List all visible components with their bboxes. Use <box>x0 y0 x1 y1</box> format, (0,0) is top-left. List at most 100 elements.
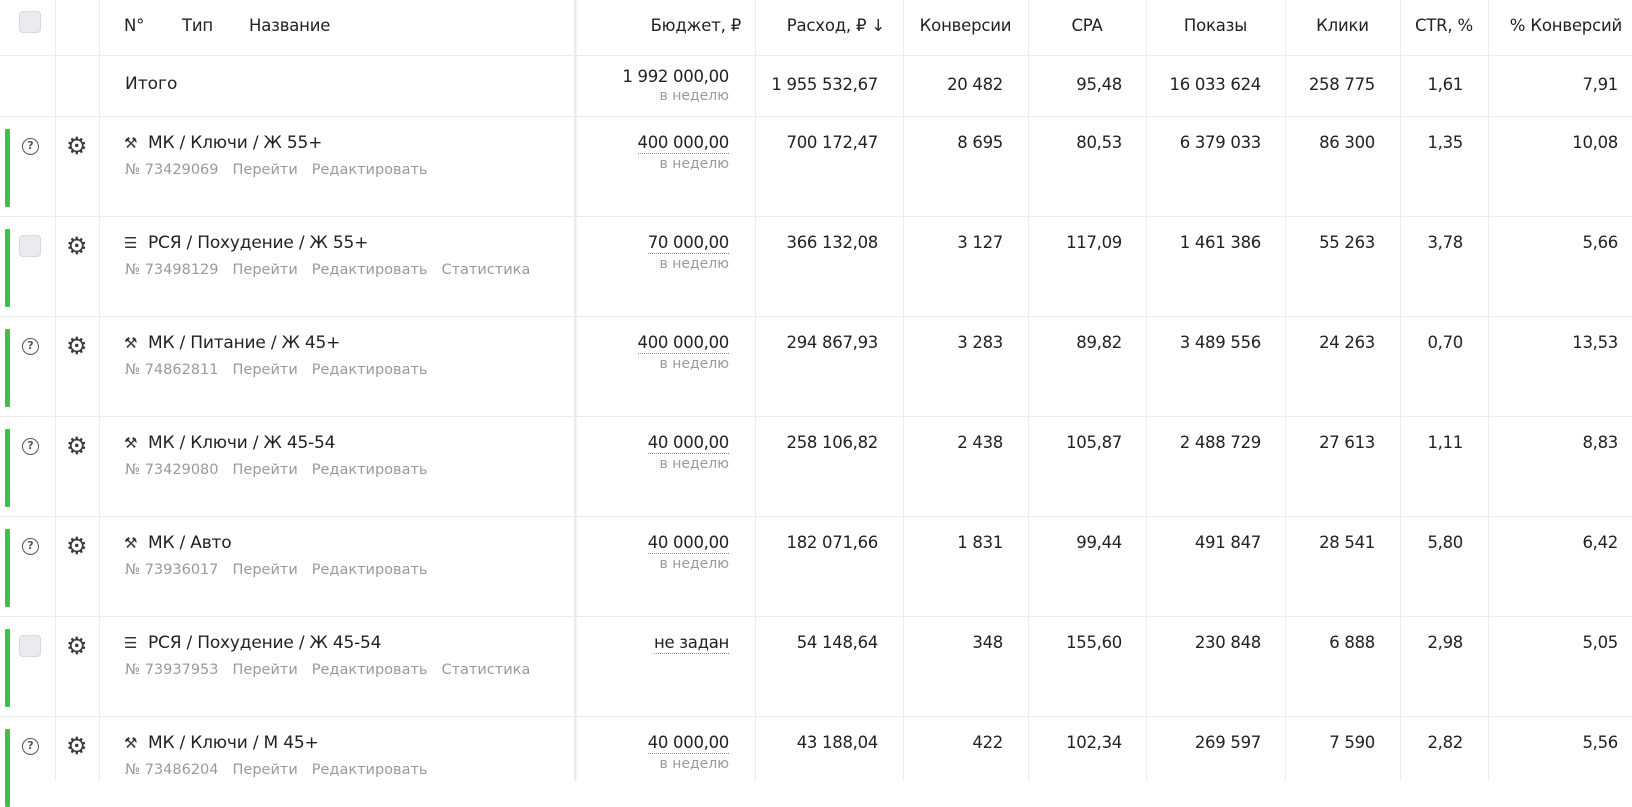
spend-cell: 366 132,08 <box>786 233 879 252</box>
campaign-name-text[interactable]: МК / Авто <box>148 533 232 553</box>
conversion-rate-cell: 5,56 <box>1582 733 1618 752</box>
budget-value[interactable]: 70 000,00 <box>647 233 729 254</box>
campaign-id: № 73936017 <box>125 562 219 578</box>
header-conversion-rate[interactable]: % Конверсий <box>1510 16 1622 35</box>
campaign-name-text[interactable]: МК / Ключи / Ж 45-54 <box>148 433 335 453</box>
campaign-name[interactable]: ☰ РСЯ / Похудение / Ж 45-54 <box>124 633 381 653</box>
gear-icon[interactable]: ⚙ <box>66 734 88 758</box>
edit-link[interactable]: Редактировать <box>312 262 428 278</box>
column-divider <box>1028 0 1029 781</box>
wand-icon: ⚒ <box>124 134 138 152</box>
edit-link[interactable]: Редактировать <box>312 362 428 378</box>
gear-icon[interactable]: ⚙ <box>66 234 88 258</box>
go-link[interactable]: Перейти <box>233 362 298 378</box>
campaign-name-text[interactable]: РСЯ / Похудение / Ж 55+ <box>148 233 368 253</box>
campaign-name-text[interactable]: МК / Питание / Ж 45+ <box>148 333 340 353</box>
conversions-cell: 8 695 <box>957 133 1003 152</box>
campaign-name[interactable]: ⚒ МК / Ключи / Ж 55+ <box>124 133 322 153</box>
budget-value[interactable]: 40 000,00 <box>647 533 729 554</box>
clicks-cell: 27 613 <box>1319 433 1375 452</box>
gear-icon[interactable]: ⚙ <box>66 534 88 558</box>
ctr-cell: 0,70 <box>1427 333 1463 352</box>
campaign-name[interactable]: ⚒ МК / Ключи / Ж 45-54 <box>124 433 335 453</box>
campaign-name[interactable]: ☰ РСЯ / Похудение / Ж 55+ <box>124 233 368 253</box>
impressions-cell: 3 489 556 <box>1179 333 1262 352</box>
spend-cell: 294 867,93 <box>786 333 879 352</box>
go-link[interactable]: Перейти <box>233 162 298 178</box>
campaign-name[interactable]: ⚒ МК / Авто <box>124 533 232 553</box>
conversion-rate-cell: 10,08 <box>1572 133 1618 152</box>
header-cpa[interactable]: CPA <box>1028 16 1146 35</box>
column-divider <box>903 0 904 781</box>
header-conversions[interactable]: Конверсии <box>903 16 1028 35</box>
budget-value[interactable]: не задан <box>654 633 729 654</box>
conversion-rate-cell: 8,83 <box>1582 433 1618 452</box>
active-status-bar <box>5 429 10 507</box>
help-icon[interactable]: ? <box>22 538 39 555</box>
campaign-meta: № 73429069 Перейти Редактировать <box>125 162 441 178</box>
row-divider <box>0 516 1632 517</box>
column-divider <box>55 0 56 781</box>
gear-icon[interactable]: ⚙ <box>66 334 88 358</box>
edit-link[interactable]: Редактировать <box>312 762 428 778</box>
budget-value-text[interactable]: не задан <box>654 633 729 654</box>
campaign-name[interactable]: ⚒ МК / Питание / Ж 45+ <box>124 333 340 353</box>
header-name[interactable]: Название <box>249 16 330 35</box>
budget-value-text[interactable]: 40 000,00 <box>647 433 729 454</box>
header-type[interactable]: Тип <box>182 16 213 35</box>
header-budget[interactable]: Бюджет, ₽ <box>651 16 742 35</box>
stats-link[interactable]: Статистика <box>441 262 530 278</box>
row-checkbox[interactable] <box>19 235 41 257</box>
campaign-id: № 73498129 <box>125 262 219 278</box>
budget-value[interactable]: 400 000,00 <box>637 333 729 354</box>
go-link[interactable]: Перейти <box>233 262 298 278</box>
edit-link[interactable]: Редактировать <box>312 562 428 578</box>
row-divider <box>0 216 1632 217</box>
go-link[interactable]: Перейти <box>233 462 298 478</box>
active-status-bar <box>5 229 10 307</box>
cpa-cell: 89,82 <box>1076 333 1122 352</box>
go-link[interactable]: Перейти <box>233 562 298 578</box>
row-checkbox[interactable] <box>19 635 41 657</box>
active-status-bar <box>5 129 10 207</box>
campaign-name-text[interactable]: МК / Ключи / Ж 55+ <box>148 133 322 153</box>
conversions-cell: 3 127 <box>957 233 1003 252</box>
budget-value-text[interactable]: 400 000,00 <box>637 333 729 354</box>
campaign-name-text[interactable]: РСЯ / Похудение / Ж 45-54 <box>148 633 381 653</box>
help-icon[interactable]: ? <box>22 438 39 455</box>
totals-budget-period: в неделю <box>659 88 730 104</box>
campaign-name[interactable]: ⚒ МК / Ключи / М 45+ <box>124 733 319 753</box>
gear-icon[interactable]: ⚙ <box>66 634 88 658</box>
header-number[interactable]: N° <box>124 16 144 35</box>
edit-link[interactable]: Редактировать <box>312 662 428 678</box>
select-all-checkbox[interactable] <box>19 11 41 33</box>
budget-value-text[interactable]: 40 000,00 <box>647 733 729 754</box>
gear-icon[interactable]: ⚙ <box>66 434 88 458</box>
campaign-name-text[interactable]: МК / Ключи / М 45+ <box>148 733 319 753</box>
header-impressions[interactable]: Показы <box>1146 16 1285 35</box>
budget-value-text[interactable]: 70 000,00 <box>647 233 729 254</box>
edit-link[interactable]: Редактировать <box>312 162 428 178</box>
campaign-meta: № 73498129 Перейти Редактировать Статистика <box>125 262 544 278</box>
budget-value[interactable]: 400 000,00 <box>637 133 729 154</box>
header-spend-sorted[interactable]: Расход, ₽ ↓ <box>787 16 885 35</box>
help-icon[interactable]: ? <box>22 138 39 155</box>
row-divider <box>0 116 1632 117</box>
budget-value[interactable]: 40 000,00 <box>647 733 729 754</box>
help-icon[interactable]: ? <box>22 738 39 755</box>
budget-value[interactable]: 40 000,00 <box>647 433 729 454</box>
gear-icon[interactable]: ⚙ <box>66 134 88 158</box>
impressions-cell: 1 461 386 <box>1179 233 1262 252</box>
impressions-cell: 269 597 <box>1194 733 1261 752</box>
budget-value-text[interactable]: 400 000,00 <box>637 133 729 154</box>
stats-link[interactable]: Статистика <box>441 662 530 678</box>
help-icon[interactable]: ? <box>22 338 39 355</box>
header-ctr[interactable]: CTR, % <box>1400 16 1488 35</box>
edit-link[interactable]: Редактировать <box>312 462 428 478</box>
header-clicks[interactable]: Клики <box>1285 16 1400 35</box>
go-link[interactable]: Перейти <box>233 662 298 678</box>
budget-period: в неделю <box>659 556 730 572</box>
campaign-meta: № 73429080 Перейти Редактировать <box>125 462 441 478</box>
budget-value-text[interactable]: 40 000,00 <box>647 533 729 554</box>
go-link[interactable]: Перейти <box>233 762 298 778</box>
